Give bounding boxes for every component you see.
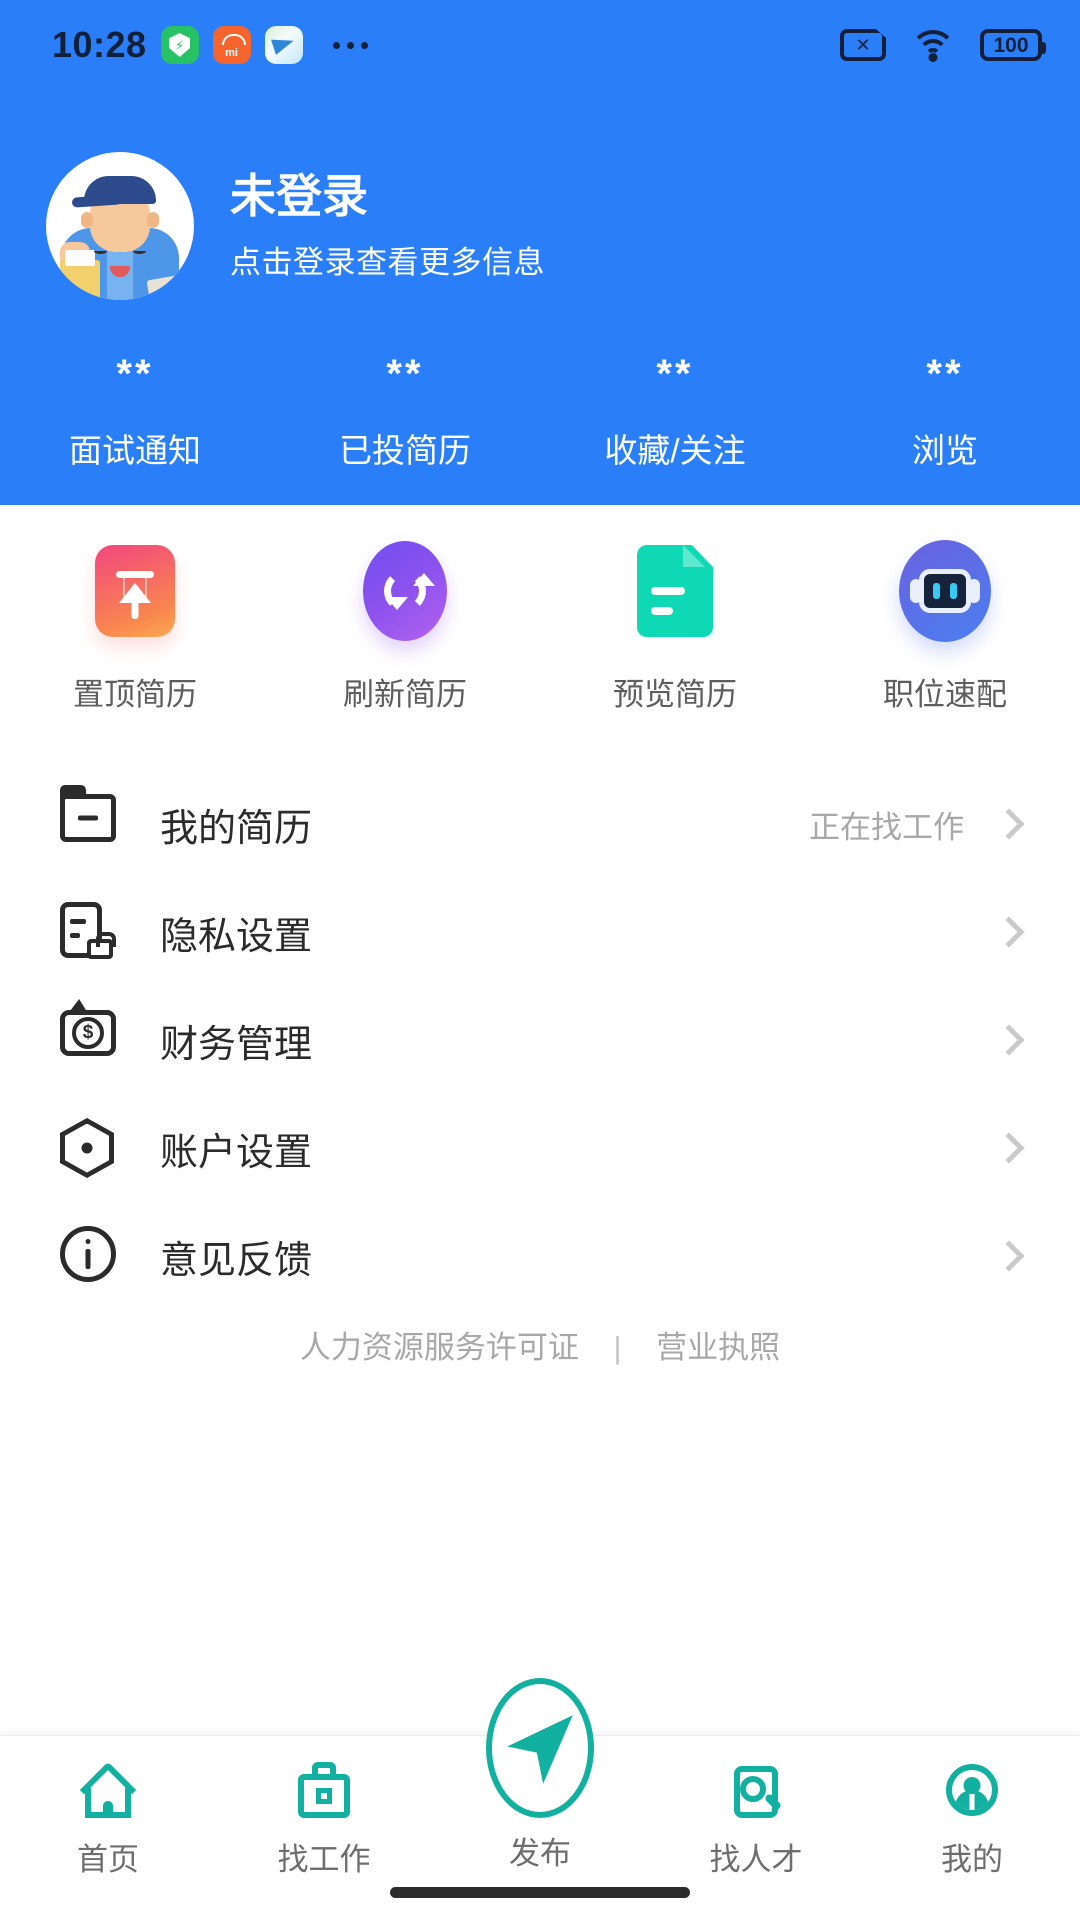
business-license-link[interactable]: 营业执照	[656, 1322, 780, 1367]
more-icon	[332, 41, 368, 49]
tab-label: 找人才	[709, 1842, 803, 1877]
stat-value: **	[926, 352, 964, 396]
chevron-right-icon	[993, 1240, 1025, 1272]
tab-home[interactable]: 首页	[0, 1758, 216, 1879]
folder-icon	[60, 785, 120, 854]
refresh-resume-icon	[359, 541, 451, 641]
tab-label: 发布	[509, 1836, 571, 1871]
status-bar-right: 100	[840, 28, 1046, 62]
menu-item-label: 账户设置	[160, 1131, 313, 1174]
hr-license-link[interactable]: 人力资源服务许可证	[300, 1322, 579, 1367]
menu-item-label: 财务管理	[160, 1023, 313, 1066]
quick-actions-row: 置顶简历 刷新简历 预览简历 职位速配	[0, 540, 1080, 714]
menu-item-feedback[interactable]: 意见反馈	[60, 1202, 1025, 1310]
quick-action-label: 刷新简历	[343, 677, 467, 712]
chevron-right-icon	[993, 1024, 1025, 1056]
stat-item-interview[interactable]: ** 面试通知	[0, 352, 270, 472]
mi-store-icon	[212, 26, 251, 64]
quick-action-label: 置顶简历	[73, 677, 197, 712]
footer-separator: |	[613, 1330, 622, 1365]
profile-header: 10:28 100	[0, 0, 1080, 505]
quick-action-job-match[interactable]: 职位速配	[810, 540, 1080, 714]
quick-action-refresh-resume[interactable]: 刷新简历	[270, 541, 540, 714]
tab-mine[interactable]: 我的	[864, 1758, 1080, 1879]
job-match-robot-icon	[899, 540, 991, 642]
menu-item-value: 正在找工作	[809, 809, 964, 845]
quick-action-label: 预览简历	[613, 677, 737, 712]
status-bar: 10:28 100	[0, 0, 1080, 90]
tab-publish[interactable]: 发布	[432, 1678, 648, 1873]
tab-label: 我的	[941, 1842, 1003, 1877]
menu-item-label: 意见反馈	[160, 1239, 313, 1282]
account-hexagon-icon	[60, 1118, 120, 1178]
footer-links: 人力资源服务许可证 | 营业执照	[0, 1322, 1080, 1367]
stat-label: 浏览	[912, 432, 978, 469]
home-indicator	[390, 1887, 690, 1898]
settings-menu: 我的简历 正在找工作 隐私设置 财务管理 账户设置 意见反馈	[0, 770, 1080, 1310]
stat-item-favorites[interactable]: ** 收藏/关注	[540, 352, 810, 472]
menu-item-my-resume[interactable]: 我的简历 正在找工作	[60, 770, 1025, 878]
tab-find-job[interactable]: 找工作	[216, 1758, 432, 1879]
menu-item-finance[interactable]: 财务管理	[60, 986, 1025, 1094]
profile-login-block[interactable]: 未登录 点击登录查看更多信息	[46, 152, 545, 300]
menu-item-label: 我的简历	[160, 807, 313, 850]
tab-find-talent[interactable]: 找人才	[648, 1758, 864, 1879]
stat-item-sent-resume[interactable]: ** 已投简历	[270, 352, 540, 472]
app-screen: 10:28 100	[0, 0, 1080, 1920]
info-circle-icon	[60, 1226, 120, 1286]
send-arrow-glyph	[507, 1715, 573, 1784]
stat-label: 收藏/关注	[604, 432, 746, 469]
chevron-right-icon	[993, 808, 1025, 840]
stat-label: 面试通知	[69, 432, 201, 469]
battery-icon: 100	[980, 29, 1046, 61]
home-icon	[76, 1758, 140, 1822]
profile-icon	[940, 1758, 1004, 1822]
wallet-icon	[60, 1010, 120, 1070]
telegram-icon	[264, 26, 303, 64]
stat-value: **	[386, 352, 424, 396]
quick-action-top-resume[interactable]: 置顶简历	[0, 545, 270, 714]
login-subtitle: 点击登录查看更多信息	[230, 244, 545, 280]
quick-action-label: 职位速配	[883, 677, 1007, 712]
stat-label: 已投简历	[339, 432, 471, 469]
briefcase-icon	[292, 1758, 356, 1822]
sim-card-off-icon	[840, 29, 886, 61]
avatar	[46, 152, 194, 300]
publish-send-icon	[486, 1678, 594, 1818]
top-resume-icon	[89, 545, 181, 637]
status-time: 10:28	[52, 24, 147, 65]
login-title: 未登录	[230, 170, 368, 223]
chevron-right-icon	[993, 916, 1025, 948]
stat-value: **	[656, 352, 694, 396]
tab-label: 首页	[77, 1842, 139, 1877]
wifi-icon	[910, 28, 956, 62]
bottom-tab-bar: 首页 找工作 发布 找人才 我的	[0, 1678, 1080, 1920]
quick-action-preview-resume[interactable]: 预览简历	[540, 545, 810, 714]
shield-icon	[160, 26, 199, 64]
tab-label: 找工作	[277, 1842, 371, 1877]
privacy-lock-icon	[60, 902, 120, 962]
chevron-right-icon	[993, 1132, 1025, 1164]
profile-text: 未登录 点击登录查看更多信息	[230, 170, 545, 282]
preview-resume-icon	[629, 545, 721, 637]
search-person-icon	[724, 1758, 788, 1822]
menu-item-label: 隐私设置	[160, 915, 313, 958]
stat-item-views[interactable]: ** 浏览	[810, 352, 1080, 472]
menu-item-privacy[interactable]: 隐私设置	[60, 878, 1025, 986]
status-bar-left: 10:28	[52, 24, 368, 66]
stat-value: **	[116, 352, 154, 396]
menu-item-account[interactable]: 账户设置	[60, 1094, 1025, 1202]
stats-row: ** 面试通知 ** 已投简历 ** 收藏/关注 ** 浏览	[0, 352, 1080, 472]
battery-level: 100	[993, 33, 1029, 57]
